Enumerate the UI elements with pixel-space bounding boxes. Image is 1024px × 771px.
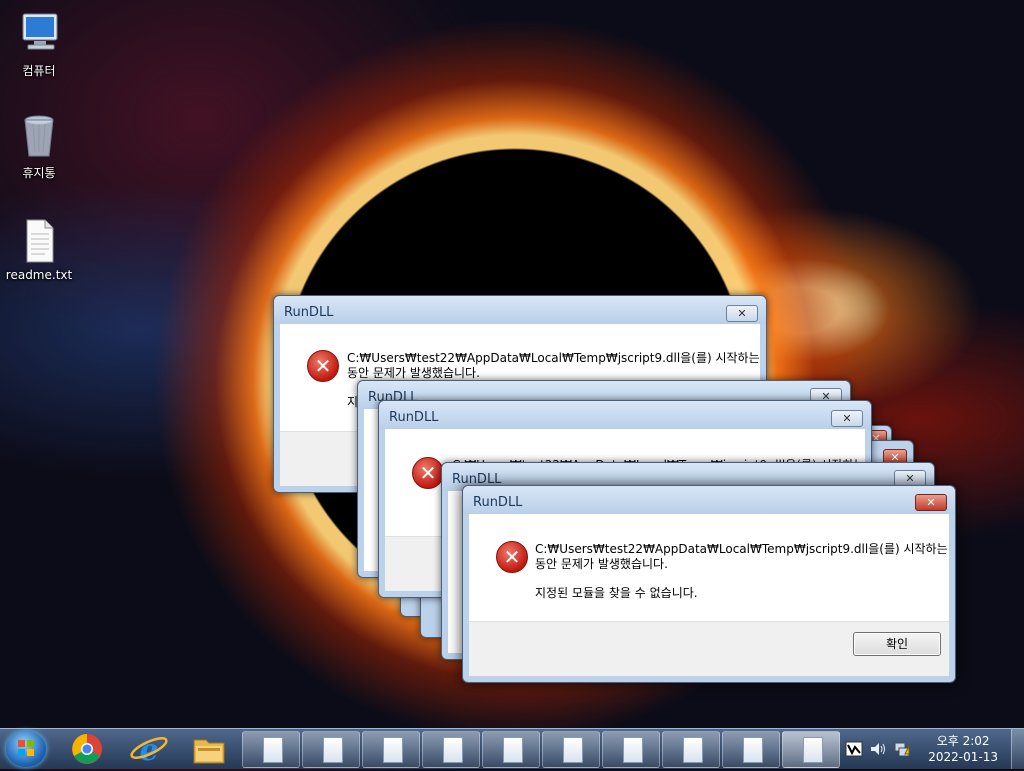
taskbar-window-button-active[interactable] <box>782 731 840 768</box>
taskbar-window-button[interactable] <box>362 731 420 768</box>
text-file-icon <box>15 216 63 264</box>
taskbar-window-button[interactable] <box>722 731 780 768</box>
taskbar-window-button[interactable] <box>662 731 720 768</box>
dialog-message-line1: C:₩Users₩test22₩AppData₩Local₩Temp₩jscri… <box>347 351 760 365</box>
system-clock[interactable]: 오후 2:02 2022-01-13 <box>928 733 998 765</box>
document-icon <box>323 737 343 763</box>
desktop-icon-label: 휴지통 <box>22 166 56 180</box>
desktop-icon-readme[interactable]: readme.txt <box>4 216 74 282</box>
rundll-dialog-active: RunDLL ✕ ✕ C:₩Users₩test22₩AppData₩Local… <box>462 485 956 683</box>
computer-icon <box>15 10 63 58</box>
document-icon <box>263 737 283 763</box>
dialog-title: RunDLL <box>389 410 439 425</box>
taskbar-window-button[interactable] <box>602 731 660 768</box>
start-button[interactable] <box>6 731 46 767</box>
dialog-message-line2: 동안 문제가 발생했습니다. <box>535 557 668 571</box>
windows-logo-icon <box>18 740 34 756</box>
dialog-titlebar[interactable]: RunDLL ✕ <box>274 296 766 324</box>
chrome-icon[interactable] <box>60 730 114 767</box>
dialog-title: RunDLL <box>473 495 523 510</box>
ok-button[interactable]: 확인 <box>853 632 941 656</box>
system-tray: 오후 2:02 2022-01-13 <box>839 729 1024 769</box>
document-icon <box>803 737 823 763</box>
close-button[interactable]: ✕ <box>915 494 947 511</box>
dialog-title: RunDLL <box>284 305 334 320</box>
error-icon: ✕ <box>307 350 339 382</box>
document-icon <box>383 737 403 763</box>
dialog-message-line2: 동안 문제가 발생했습니다. <box>347 366 480 380</box>
show-desktop-button[interactable] <box>1011 729 1024 769</box>
close-button[interactable]: ✕ <box>831 410 863 427</box>
taskbar-window-button[interactable] <box>242 731 300 768</box>
taskbar-window-button[interactable] <box>302 731 360 768</box>
internet-explorer-icon[interactable]: e <box>122 730 176 768</box>
taskbar-window-button[interactable] <box>422 731 480 768</box>
error-icon: ✕ <box>412 457 444 489</box>
document-icon <box>683 737 703 763</box>
document-icon <box>563 737 583 763</box>
dialog-body: ✕ C:₩Users₩test22₩AppData₩Local₩Temp₩jsc… <box>469 514 949 676</box>
desktop-icon-computer[interactable]: 컴퓨터 <box>4 10 74 79</box>
desktop-icon-label: 컴퓨터 <box>22 64 56 78</box>
document-icon <box>443 737 463 763</box>
desktop-icon-label: readme.txt <box>5 268 73 282</box>
document-icon <box>623 737 643 763</box>
network-icon[interactable] <box>893 740 911 758</box>
taskbar-window-button[interactable] <box>482 731 540 768</box>
dialog-titlebar[interactable]: RunDLL ✕ <box>463 486 955 514</box>
clock-date: 2022-01-13 <box>928 750 998 764</box>
taskbar: e 오후 2:02 2022-01-13 <box>0 728 1024 769</box>
flag-icon[interactable] <box>845 740 863 758</box>
document-icon <box>743 737 763 763</box>
file-explorer-icon[interactable] <box>182 730 236 767</box>
desktop-icon-recycle-bin[interactable]: 휴지통 <box>4 112 74 181</box>
taskbar-window-button[interactable] <box>542 731 600 768</box>
dialog-footer: 확인 <box>469 621 949 676</box>
error-icon: ✕ <box>496 541 528 573</box>
dialog-message-line1: C:₩Users₩test22₩AppData₩Local₩Temp₩jscri… <box>535 542 948 556</box>
clock-time: 오후 2:02 <box>936 734 990 748</box>
volume-icon[interactable] <box>869 740 887 758</box>
dialog-titlebar[interactable]: RunDLL ✕ <box>379 401 871 429</box>
dialog-detail: 지정된 모듈을 찾을 수 없습니다. <box>535 586 698 600</box>
recycle-bin-icon <box>15 112 63 160</box>
close-button[interactable]: ✕ <box>726 305 758 322</box>
document-icon <box>503 737 523 763</box>
